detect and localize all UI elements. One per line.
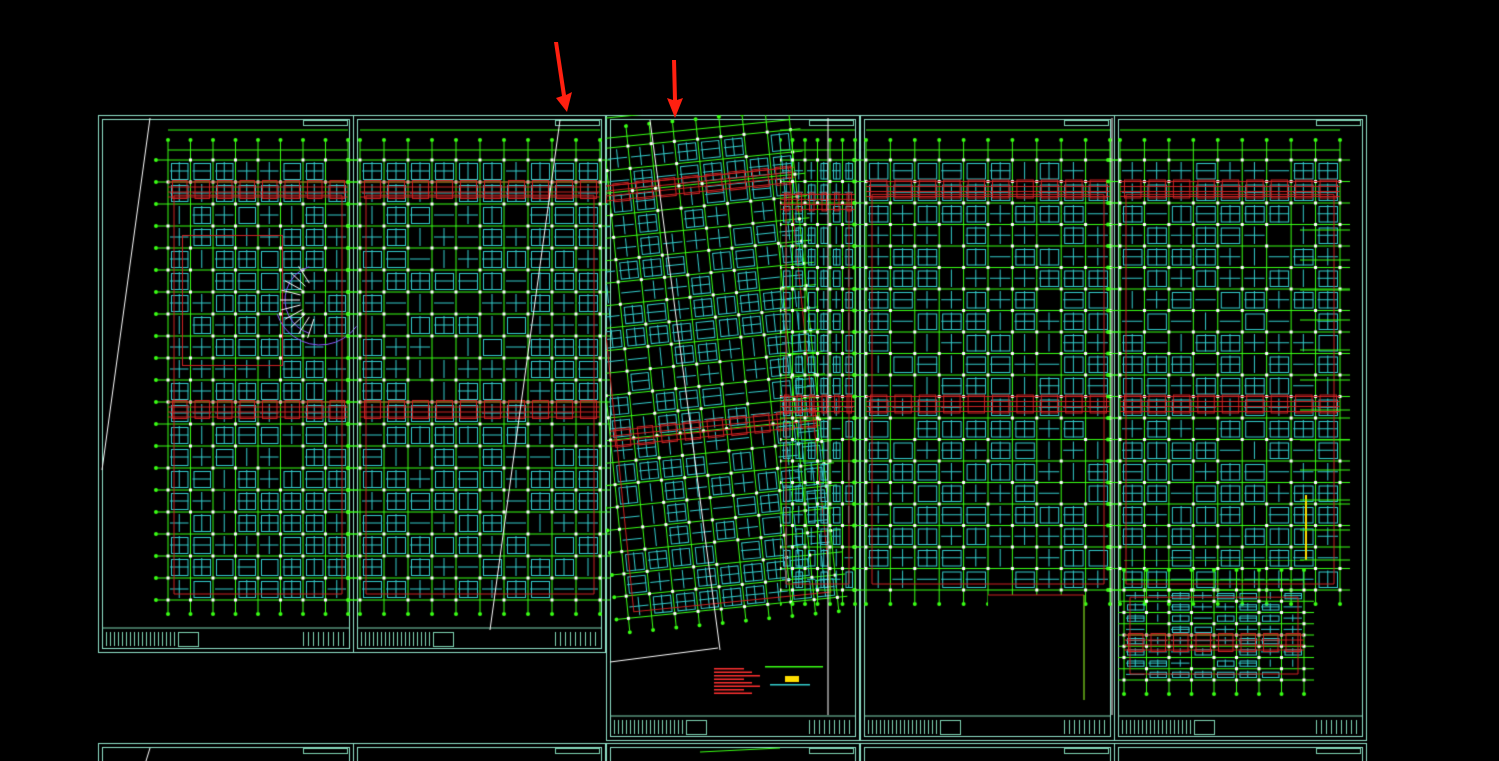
red-arrow-marker-2 (667, 60, 683, 118)
arrow-1-shape (554, 42, 572, 112)
red-arrow-marker-1 (554, 42, 572, 112)
arrow-2-shape (667, 60, 683, 118)
cad-drawing-canvas[interactable] (0, 0, 1499, 761)
